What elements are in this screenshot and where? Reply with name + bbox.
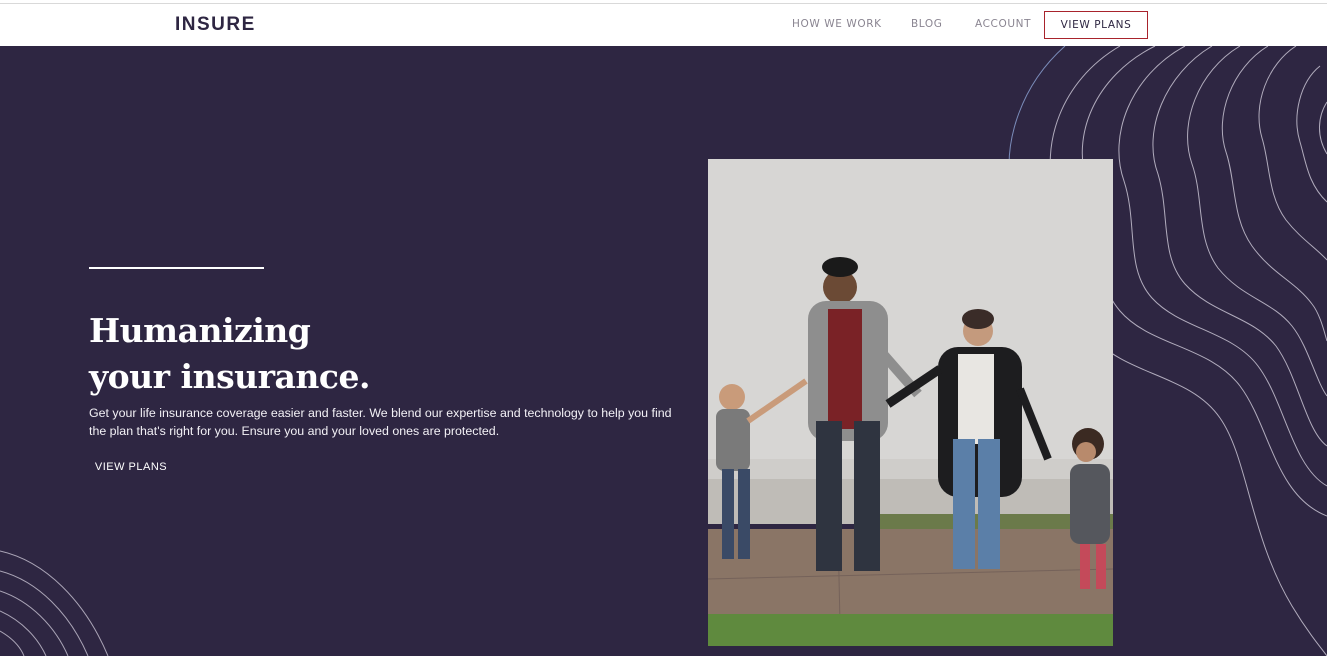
brand-logo[interactable]: INSURE bbox=[175, 14, 256, 36]
hero-headline: Humanizing your insurance. bbox=[89, 308, 371, 400]
hero-headline-line-1: Humanizing bbox=[89, 311, 311, 350]
family-photo bbox=[708, 159, 1113, 646]
view-plans-nav-button[interactable]: VIEW PLANS bbox=[1044, 11, 1148, 39]
nav-link-blog[interactable]: BLOG bbox=[911, 18, 942, 30]
top-navigation: INSURE HOW WE WORK BLOG ACCOUNT VIEW PLA… bbox=[0, 4, 1327, 46]
view-plans-hero-button[interactable]: VIEW PLANS bbox=[89, 455, 173, 479]
nav-link-account[interactable]: ACCOUNT bbox=[975, 18, 1031, 30]
hero-section: Humanizing your insurance. Get your life… bbox=[0, 46, 1327, 656]
headline-accent-line bbox=[89, 267, 264, 269]
contour-lines-decoration-left bbox=[0, 550, 109, 656]
nav-link-how-we-work[interactable]: HOW WE WORK bbox=[792, 18, 882, 30]
hero-description: Get your life insurance coverage easier … bbox=[89, 406, 672, 438]
hero-headline-line-2: your insurance. bbox=[89, 357, 371, 396]
